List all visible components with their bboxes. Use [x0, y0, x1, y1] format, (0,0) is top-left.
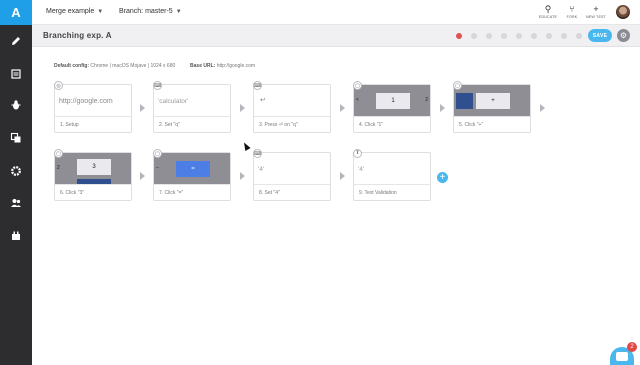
- notification-badge: 2: [627, 342, 637, 352]
- topbar: Merge example ▼ Branch: master-5 ▼ ⚲ EDUCA…: [32, 0, 640, 25]
- tag-icon[interactable]: [561, 33, 567, 39]
- sidebar: A: [0, 0, 32, 365]
- page-title: Branching exp. A: [43, 31, 112, 40]
- step-arrow: [140, 104, 145, 112]
- step-card[interactable]: ⌨ ↵ 3. Press ⏎ on "q": [253, 81, 331, 133]
- plugin-icon[interactable]: [9, 229, 23, 243]
- config-value[interactable]: Chrome | macOS Mojave | 1024 x 680: [90, 63, 175, 69]
- chevron-down-icon: ▼: [97, 9, 104, 15]
- step-card[interactable]: ▢ < 1 2 4. Click "1": [353, 81, 431, 133]
- keyboard-icon: ⌨: [253, 149, 262, 158]
- text-icon: T: [353, 149, 362, 158]
- step-card[interactable]: ◎ http://google.com 1. Setup: [54, 81, 132, 133]
- map-pin-icon: ⚲: [544, 4, 552, 14]
- list-icon[interactable]: [9, 67, 23, 81]
- mouse-icon: ▢: [453, 81, 462, 90]
- gear-icon[interactable]: ⚙: [617, 29, 630, 42]
- step-card[interactable]: ▢ 2 3 6. Click "3": [54, 149, 132, 201]
- logo[interactable]: A: [0, 0, 32, 25]
- pencil-icon[interactable]: [9, 34, 23, 48]
- users-icon[interactable]: [9, 196, 23, 210]
- settings-icon[interactable]: [546, 33, 552, 39]
- globe-icon: ◎: [54, 81, 63, 90]
- project-name: Merge example: [46, 8, 95, 15]
- play-icon[interactable]: [471, 33, 477, 39]
- step-icon[interactable]: [486, 33, 492, 39]
- project-dropdown[interactable]: Merge example ▼: [46, 8, 103, 15]
- step-card[interactable]: T '4' 9. Text Validation: [353, 149, 431, 201]
- step-arrow: [440, 104, 445, 112]
- bug-icon[interactable]: [9, 98, 23, 112]
- test-header: Branching exp. A SAVE ⚙: [32, 25, 640, 47]
- share-icon[interactable]: [531, 33, 537, 39]
- fork-icon: ⑂: [569, 4, 575, 14]
- mouse-icon: ▢: [353, 81, 362, 90]
- step-arrow: [240, 172, 245, 180]
- educate-button[interactable]: ⚲ EDUCATE: [536, 4, 560, 22]
- more-icon[interactable]: [576, 33, 582, 39]
- gear-icon[interactable]: [9, 164, 23, 178]
- step-arrow: [340, 104, 345, 112]
- test-toolbar: [456, 32, 582, 40]
- save-button[interactable]: SAVE: [588, 29, 612, 42]
- branch-name: Branch: master-5: [119, 8, 173, 15]
- mouse-icon: ▢: [54, 149, 63, 158]
- avatar[interactable]: [616, 5, 630, 19]
- plus-icon: +: [593, 4, 599, 14]
- add-step-button[interactable]: +: [437, 172, 448, 183]
- keyboard-icon: ⌨: [253, 81, 262, 90]
- branch-dropdown[interactable]: Branch: master-5 ▼: [119, 8, 182, 15]
- step-card[interactable]: ⌨ '4' 8. Set "4": [253, 149, 331, 201]
- config-line: Default config: Chrome | macOS Mojave | …: [54, 63, 256, 69]
- step-card[interactable]: ▢ + 5. Click "+": [453, 81, 531, 133]
- step-arrow: [240, 104, 245, 112]
- step-arrow: [140, 172, 145, 180]
- chat-icon: [616, 352, 628, 361]
- base-url-value[interactable]: http://google.com: [217, 63, 255, 69]
- step-card[interactable]: ▢ – = 7. Click "=": [153, 149, 231, 201]
- variables-icon[interactable]: [516, 33, 522, 39]
- step-screenshot: 2 3: [55, 153, 131, 184]
- step-card[interactable]: ⌨ 'calculator' 2. Set "q": [153, 81, 231, 133]
- mouse-icon: ▢: [153, 149, 162, 158]
- step-arrow: [340, 172, 345, 180]
- fork-button[interactable]: ⑂ FORK: [560, 4, 584, 22]
- copy-icon[interactable]: [9, 131, 23, 145]
- chevron-down-icon: ▼: [175, 9, 182, 15]
- new-test-button[interactable]: + NEW TEST: [584, 4, 608, 22]
- copy-icon[interactable]: [501, 33, 507, 39]
- step-screenshot: +: [454, 85, 530, 116]
- step-screenshot: – =: [154, 153, 230, 184]
- step-screenshot: < 1 2: [354, 85, 430, 116]
- app-root: A Merge example ▼ Branch: master-5 ▼ ⚲ E…: [0, 0, 640, 365]
- step-arrow: [540, 104, 545, 112]
- record-icon[interactable]: [456, 33, 462, 39]
- keyboard-icon: ⌨: [153, 81, 162, 90]
- chat-widget[interactable]: 2: [610, 342, 637, 365]
- mouse-cursor: [241, 141, 251, 151]
